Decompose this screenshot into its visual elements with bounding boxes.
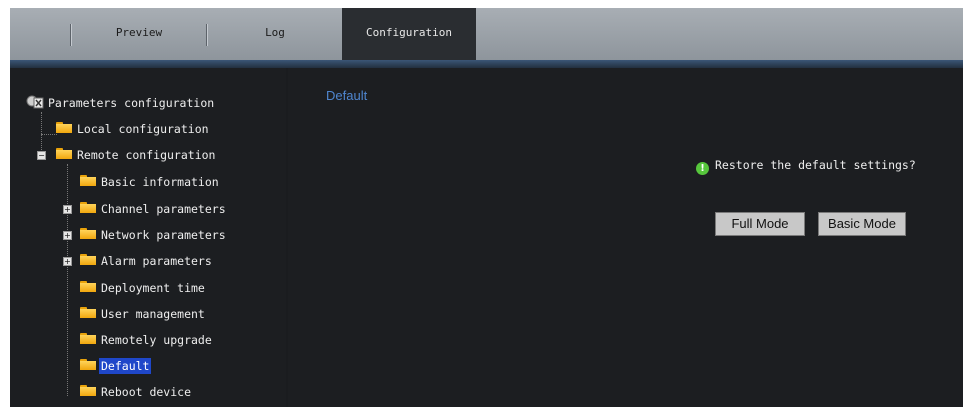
tree-item-user-management[interactable]: User management bbox=[80, 303, 207, 325]
tree-connector bbox=[41, 112, 42, 152]
tree-item-basic-information[interactable]: Basic information bbox=[80, 171, 221, 193]
tree-item-label: Channel parameters bbox=[101, 202, 226, 216]
header-divider bbox=[10, 60, 963, 68]
full-mode-button[interactable]: Full Mode bbox=[715, 212, 805, 236]
tree-item-label: Reboot device bbox=[101, 385, 192, 399]
section-title: Default bbox=[326, 88, 368, 103]
tab-preview-label: Preview bbox=[115, 26, 163, 39]
folder-icon bbox=[80, 281, 97, 293]
tools-icon bbox=[26, 95, 44, 109]
folder-icon bbox=[56, 148, 73, 160]
tree-item-default[interactable]: Default bbox=[80, 355, 152, 377]
app-frame: Preview Log Configuration Parameters con… bbox=[10, 8, 963, 407]
tree-item-label: Alarm parameters bbox=[101, 254, 212, 268]
plus-icon[interactable]: + bbox=[63, 231, 72, 240]
folder-icon bbox=[80, 254, 97, 266]
tab-configuration[interactable]: Configuration bbox=[342, 8, 476, 60]
tree-root[interactable]: Parameters configuration bbox=[26, 92, 216, 114]
tree-item-remotely-upgrade[interactable]: Remotely upgrade bbox=[80, 329, 214, 351]
tab-log[interactable]: Log bbox=[208, 8, 342, 60]
tree-item-label: Remotely upgrade bbox=[101, 333, 212, 347]
folder-icon bbox=[80, 175, 97, 187]
tree-item-remote-configuration[interactable]: Remote configuration bbox=[56, 144, 217, 166]
restore-prompt-text: Restore the default settings? bbox=[715, 158, 916, 172]
tree-item-label: Deployment time bbox=[101, 281, 205, 295]
folder-icon bbox=[80, 359, 97, 371]
folder-icon bbox=[56, 122, 73, 134]
plus-icon[interactable]: + bbox=[63, 205, 72, 214]
basic-mode-button[interactable]: Basic Mode bbox=[818, 212, 906, 236]
tree-item-deployment-time[interactable]: Deployment time bbox=[80, 277, 207, 299]
folder-icon bbox=[80, 307, 97, 319]
top-nav-bar: Preview Log Configuration bbox=[10, 8, 963, 60]
tree-connector bbox=[67, 164, 68, 396]
tab-log-label: Log bbox=[265, 26, 285, 39]
tree-item-label: Basic information bbox=[101, 175, 219, 189]
tree-item-label: Default bbox=[99, 358, 152, 374]
tree-item-local-configuration[interactable]: Local configuration bbox=[56, 118, 211, 140]
restore-prompt: ! Restore the default settings? bbox=[696, 158, 916, 175]
tree-item-label: Local configuration bbox=[77, 122, 209, 136]
tab-configuration-label: Configuration bbox=[365, 26, 453, 39]
tree-item-network-parameters[interactable]: Network parameters bbox=[80, 224, 228, 246]
tree-item-label: User management bbox=[101, 307, 205, 321]
tree-item-label: Remote configuration bbox=[77, 148, 216, 162]
tree-item-alarm-parameters[interactable]: Alarm parameters bbox=[80, 250, 214, 272]
folder-icon bbox=[80, 385, 97, 397]
folder-icon bbox=[80, 228, 97, 240]
default-settings-panel: Default ! Restore the default settings? F… bbox=[288, 68, 963, 407]
plus-icon[interactable]: + bbox=[63, 257, 72, 266]
info-icon: ! bbox=[696, 162, 709, 175]
minus-icon[interactable]: − bbox=[37, 151, 46, 160]
folder-icon bbox=[80, 202, 97, 214]
tree-connector bbox=[41, 134, 57, 135]
tree-item-channel-parameters[interactable]: Channel parameters bbox=[80, 198, 228, 220]
folder-icon bbox=[80, 333, 97, 345]
tree-item-reboot-device[interactable]: Reboot device bbox=[80, 381, 193, 403]
tree-item-label: Network parameters bbox=[101, 228, 226, 242]
tab-preview[interactable]: Preview bbox=[72, 8, 206, 60]
tree-root-label: Parameters configuration bbox=[48, 96, 215, 110]
config-tree-panel: Parameters configuration Local configura… bbox=[10, 68, 286, 407]
